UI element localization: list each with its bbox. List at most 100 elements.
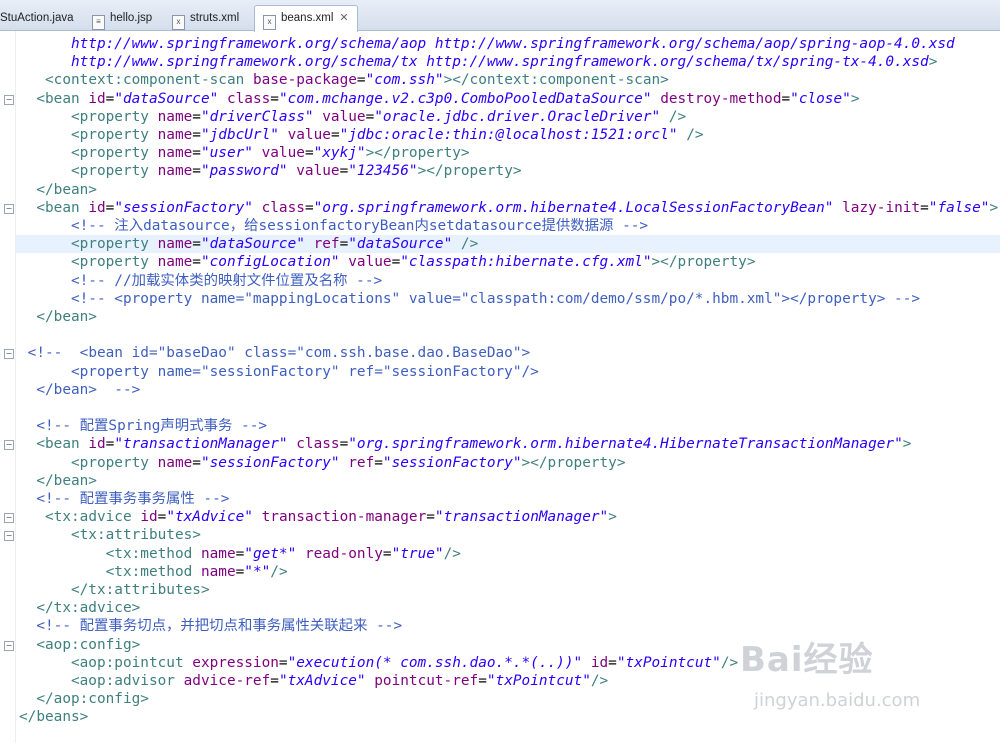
code-line[interactable]: </tx:advice> — [0, 599, 1000, 617]
fold-toggle-icon[interactable]: − — [4, 203, 14, 214]
xml-value: "org.springframework.orm.hibernate4.Loca… — [313, 199, 834, 216]
fold-toggle-icon[interactable]: − — [4, 531, 14, 542]
code-line[interactable] — [0, 326, 1000, 344]
tab-beans-xml[interactable]: x beans.xml ✕ — [254, 5, 358, 32]
close-icon[interactable]: ✕ — [339, 12, 348, 24]
xml-attribute: value — [296, 163, 340, 180]
xml-comment: <property name="sessionFactory" ref="ses… — [70, 363, 539, 380]
xml-attribute: name — [157, 454, 193, 471]
xml-editor[interactable]: http://www.springframework.org/schema/ao… — [0, 31, 1000, 743]
fold-toggle-icon[interactable]: − — [4, 640, 14, 651]
code-text: = — [235, 545, 245, 562]
code-line[interactable]: <bean id="transactionManager" class="org… — [0, 435, 1000, 453]
fold-toggle-icon[interactable]: − — [4, 349, 14, 360]
code-line[interactable]: </bean> --> — [0, 381, 1000, 399]
xml-attribute: transaction-manager — [261, 509, 427, 526]
code-text: = — [192, 163, 201, 180]
xml-tag: ></context:component-scan> — [443, 72, 669, 89]
xml-value: "txPointcut" — [616, 654, 721, 671]
code-line[interactable]: <!-- 注入datasource，给sessionfactoryBean内se… — [0, 217, 1000, 235]
xml-tag: /> — [668, 108, 687, 125]
xml-attribute: name — [157, 163, 193, 180]
code-line[interactable]: <!-- 配置事务切点，并把切点和事务属性关联起来 --> — [0, 617, 1000, 635]
code-line[interactable]: <bean id="sessionFactory" class="org.spr… — [0, 199, 1000, 217]
code-line[interactable]: <aop:pointcut expression="execution(* co… — [0, 654, 1000, 672]
xml-comment: <!-- <bean id="baseDao" class="com.ssh.b… — [27, 345, 531, 362]
xml-comment: <!-- 配置事务切点，并把切点和事务属性关联起来 --> — [36, 618, 403, 635]
code-line[interactable]: <!-- 配置事务事务属性 --> — [0, 490, 1000, 508]
xml-tag: </aop:config> — [36, 691, 149, 708]
code-line[interactable]: http://www.springframework.org/schema/ao… — [0, 35, 1000, 53]
code-line[interactable]: <!-- <property name="mappingLocations" v… — [0, 290, 1000, 308]
fold-toggle-icon[interactable]: − — [4, 513, 14, 524]
code-line[interactable]: <!-- <bean id="baseDao" class="com.ssh.b… — [0, 344, 1000, 362]
code-line[interactable]: <property name="driverClass" value="orac… — [0, 108, 1000, 126]
xml-tag: <bean — [36, 436, 89, 453]
tab-stuaction-java[interactable]: JStuAction.java — [0, 6, 74, 30]
code-line[interactable]: <aop:config> — [0, 636, 1000, 654]
editor-gutter: − − − − − − − — [0, 31, 16, 743]
xml-value: "txAdvice" — [278, 673, 366, 689]
code-text: = — [781, 90, 791, 107]
code-line[interactable]: <!-- 配置Spring声明式事务 --> — [0, 417, 1000, 435]
code-line[interactable]: </tx:attributes> — [0, 581, 1000, 599]
code-text: = — [270, 90, 279, 107]
code-line[interactable]: http://www.springframework.org/schema/tx… — [0, 53, 1000, 71]
code-line[interactable]: <property name="dataSource" ref="dataSou… — [0, 235, 1000, 254]
code-line[interactable]: <tx:attributes> — [0, 526, 1000, 544]
code-text: = — [391, 254, 401, 271]
xml-value: "sessionFactory" — [200, 454, 340, 471]
tab-label: StuAction.java — [0, 12, 74, 24]
fold-toggle-icon[interactable]: − — [4, 94, 14, 105]
code-line[interactable]: <property name="jdbcUrl" value="jdbc:ora… — [0, 126, 1000, 144]
xml-value: "com.mchange.v2.c3p0.ComboPooledDataSour… — [278, 90, 652, 107]
code-line[interactable]: </bean> — [0, 308, 1000, 326]
code-line[interactable]: <tx:method name="*"/> — [0, 563, 1000, 581]
code-line[interactable]: </beans> — [0, 708, 1000, 726]
code-line[interactable]: <tx:method name="get*" read-only="true"/… — [0, 545, 1000, 563]
tab-hello-jsp[interactable]: ≡ hello.jsp — [92, 6, 152, 30]
xml-value: "com.ssh" — [365, 72, 444, 89]
xml-attribute: name — [157, 127, 193, 143]
code-line[interactable]: <property name="sessionFactory" ref="ses… — [0, 454, 1000, 472]
xml-comment: <!-- 配置事务事务属性 --> — [36, 491, 230, 507]
code-text: = — [365, 108, 375, 125]
code-line[interactable]: <!-- //加载实体类的映射文件位置及名称 --> — [0, 272, 1000, 290]
code-line[interactable]: <tx:advice id="txAdvice" transaction-man… — [0, 508, 1000, 526]
xml-tag: <property — [70, 236, 158, 253]
xml-comment: <!-- <property name="mappingLocations" v… — [70, 290, 921, 307]
code-line[interactable] — [0, 399, 1000, 417]
xml-tag: ></property> — [521, 454, 626, 471]
xml-tag: /> — [270, 563, 288, 580]
code-line[interactable]: <property name="sessionFactory" ref="ses… — [0, 363, 1000, 381]
code-line[interactable]: <property name="password" value="123456"… — [0, 162, 1000, 180]
code-line[interactable]: <context:component-scan base-package="co… — [0, 71, 1000, 89]
xml-value: http://www.springframework.org/schema/tx… — [70, 54, 929, 71]
xml-tag: > — [850, 90, 860, 107]
code-line[interactable]: </bean> — [0, 472, 1000, 490]
code-line[interactable]: <bean id="dataSource" class="com.mchange… — [0, 90, 1000, 108]
xml-tag: </tx:attributes> — [70, 582, 210, 598]
code-text: = — [608, 654, 617, 671]
xml-value: "password" — [200, 163, 288, 180]
xml-value: "jdbcUrl" — [200, 127, 279, 143]
tab-struts-xml[interactable]: x struts.xml — [172, 6, 239, 30]
code-line[interactable]: </bean> — [0, 181, 1000, 199]
code-text: = — [426, 509, 435, 526]
code-line[interactable]: <property name="configLocation" value="c… — [0, 253, 1000, 271]
code-line[interactable]: </aop:config> — [0, 690, 1000, 708]
tab-label: beans.xml — [281, 12, 334, 24]
code-line[interactable]: <property name="user" value="xykj"></pro… — [0, 144, 1000, 162]
code-line[interactable]: <aop:advisor advice-ref="txAdvice" point… — [0, 672, 1000, 690]
fold-toggle-icon[interactable]: − — [4, 440, 14, 451]
